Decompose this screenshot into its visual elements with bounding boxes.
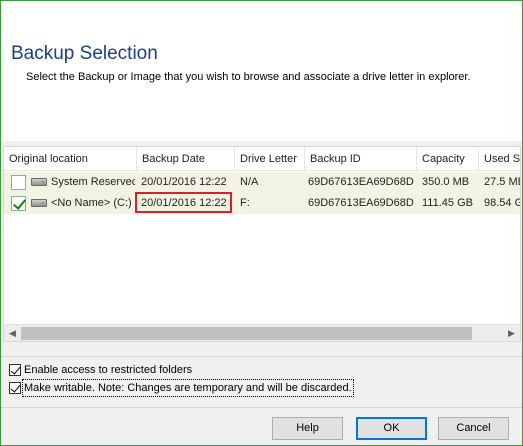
backup-list[interactable]: Original location Backup Date Drive Lett… xyxy=(3,146,521,342)
highlight-box xyxy=(135,192,232,213)
cancel-button[interactable]: Cancel xyxy=(438,417,509,440)
column-backup-date[interactable]: Backup Date xyxy=(137,147,235,171)
cell-capacity: 350.0 MB xyxy=(422,176,470,188)
drive-icon xyxy=(31,199,47,207)
column-header-row: Original location Backup Date Drive Lett… xyxy=(4,147,520,171)
cell-drive-letter: F: xyxy=(240,197,250,209)
restricted-folders-label[interactable]: Enable access to restricted folders xyxy=(23,362,193,378)
dialog-header: Backup Selection Select the Backup or Im… xyxy=(1,1,522,141)
drive-icon xyxy=(31,178,47,186)
scroll-left-icon[interactable]: ◀ xyxy=(4,325,21,341)
column-capacity[interactable]: Capacity xyxy=(417,147,479,171)
restricted-folders-checkbox[interactable] xyxy=(9,364,21,376)
backup-selection-dialog: Backup Selection Select the Backup or Im… xyxy=(0,0,523,446)
divider xyxy=(1,356,522,357)
scrollbar-thumb[interactable] xyxy=(21,327,472,340)
row-checkbox[interactable] xyxy=(11,175,26,190)
cell-backup-date: 20/01/2016 12:22 xyxy=(141,176,227,188)
cell-used-space: 98.54 G xyxy=(484,197,521,209)
row-checkbox[interactable] xyxy=(11,196,26,211)
dialog-subtitle: Select the Backup or Image that you wish… xyxy=(26,71,471,83)
column-used-space[interactable]: Used Sp xyxy=(479,147,520,171)
horizontal-scrollbar[interactable]: ◀ ▶ xyxy=(4,324,520,341)
writable-label[interactable]: Make writable. Note: Changes are tempora… xyxy=(22,379,354,397)
table-row[interactable]: System Reservec 20/01/2016 12:22 N/A 69D… xyxy=(4,172,520,193)
cell-used-space: 27.5 MB xyxy=(484,176,521,188)
cell-drive-letter: N/A xyxy=(240,176,259,188)
help-button[interactable]: Help xyxy=(272,417,343,440)
cell-original-location: System Reservec xyxy=(51,176,135,188)
dialog-title: Backup Selection xyxy=(11,43,158,64)
ok-button[interactable]: OK xyxy=(356,417,427,440)
writable-checkbox[interactable] xyxy=(9,382,21,394)
column-original-location[interactable]: Original location xyxy=(4,147,137,171)
scroll-right-icon[interactable]: ▶ xyxy=(503,325,520,341)
column-backup-id[interactable]: Backup ID xyxy=(305,147,417,171)
cell-backup-id: 69D67613EA69D68D xyxy=(308,197,414,209)
table-row[interactable]: <No Name> (C:) 20/01/2016 12:22 F: 69D67… xyxy=(4,193,520,214)
cell-backup-id: 69D67613EA69D68D xyxy=(308,176,414,188)
cell-capacity: 111.45 GB xyxy=(422,197,473,209)
column-drive-letter[interactable]: Drive Letter xyxy=(235,147,305,171)
cell-original-location: <No Name> (C:) xyxy=(51,197,132,209)
